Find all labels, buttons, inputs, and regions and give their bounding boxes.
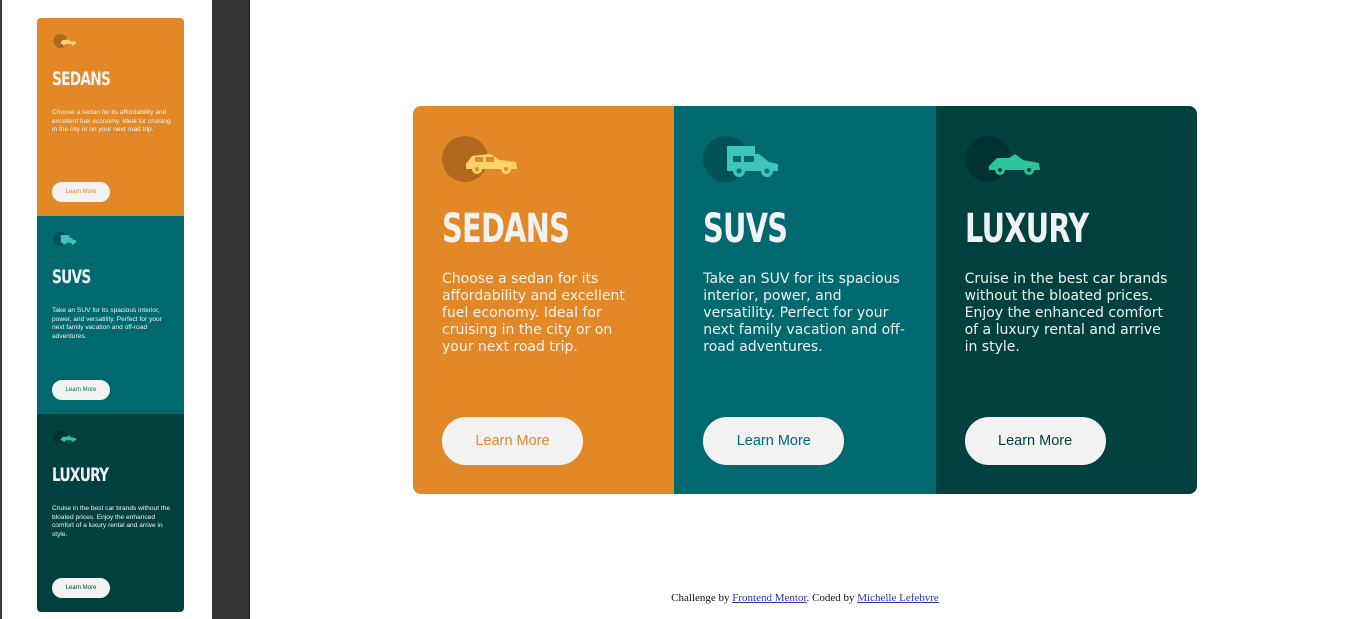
mobile-card-luxury: LUXURY Cruise in the best car brands wit… [37,414,184,612]
mobile-learn-more-button[interactable]: Learn More [52,380,110,400]
mobile-card-sedans: SEDANS Choose a sedan for its affordabil… [37,18,184,216]
card-title: LUXURY [964,206,1089,252]
pane-divider[interactable] [212,0,250,619]
learn-more-button[interactable]: Learn More [964,417,1106,465]
footer-prefix: Challenge by [671,592,733,604]
card-luxury: LUXURY Cruise in the best car brands wit… [935,106,1197,494]
learn-more-button[interactable]: Learn More [442,417,583,465]
luxury-car-icon [964,136,1040,182]
mobile-learn-more-button[interactable]: Learn More [52,182,110,202]
learn-more-button[interactable]: Learn More [703,417,845,465]
mobile-card-title: SUVS [52,266,91,288]
mobile-card-description: Cruise in the best car brands without th… [52,505,171,538]
cards-component: SEDANS Choose a sedan for its affordabil… [413,106,1197,494]
card-sedans: SEDANS Choose a sedan for its affordabil… [413,106,675,494]
author-link[interactable]: Michelle Lefebvre [857,592,939,604]
card-description: Cruise in the best car brands without th… [964,271,1168,355]
suv-car-icon [53,232,77,246]
attribution-footer: Challenge by Frontend Mentor. Coded by M… [0,592,1352,604]
luxury-car-icon [53,430,77,444]
mobile-card-title: SEDANS [52,68,111,90]
mobile-preview-pane: SEDANS Choose a sedan for its affordabil… [0,0,212,619]
card-description: Take an SUV for its spacious interior, p… [703,271,905,355]
mobile-card-description: Take an SUV for its spacious interior, p… [52,307,162,340]
mobile-card-description: Choose a sedan for its affordability and… [52,109,171,133]
card-description: Choose a sedan for its affordability and… [442,271,625,355]
sedan-car-icon [53,34,77,48]
card-suvs: SUVS Take an SUV for its spacious interi… [674,106,936,494]
sedan-car-icon [442,136,517,182]
mobile-card-title: LUXURY [52,464,109,486]
frontend-mentor-link[interactable]: Frontend Mentor [732,592,806,604]
card-title: SEDANS [442,206,570,252]
suv-car-icon [703,136,779,182]
footer-middle: . Coded by [806,592,858,604]
mobile-card-suvs: SUVS Take an SUV for its spacious interi… [37,216,184,414]
card-title: SUVS [703,206,788,252]
